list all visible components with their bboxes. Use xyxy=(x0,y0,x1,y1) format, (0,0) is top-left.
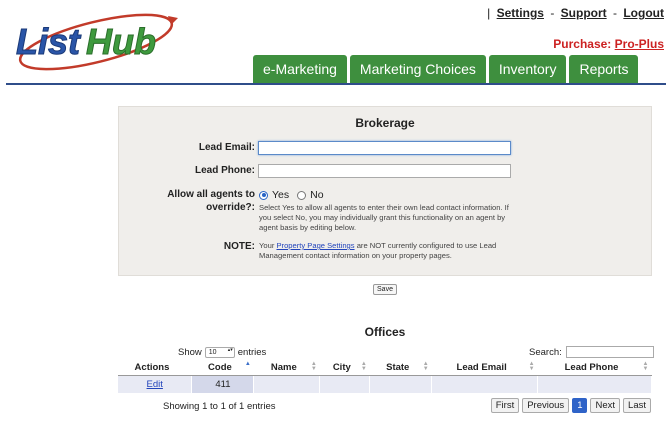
column-header-state[interactable]: State ▲ ▼ xyxy=(369,360,432,376)
entries-select[interactable]: 10 xyxy=(204,347,235,358)
table-info: Showing 1 to 1 of 1 entries xyxy=(163,401,276,412)
entries-label: entries xyxy=(237,347,267,358)
table-cell-lead-phone xyxy=(537,375,652,393)
header-divider xyxy=(6,83,666,85)
tab-e-marketing[interactable]: e-Marketing xyxy=(253,55,347,83)
lead-phone-input[interactable] xyxy=(258,164,511,178)
table-cell-lead-email xyxy=(431,375,539,393)
sort-icon: ▲ ▼ xyxy=(642,361,649,372)
column-label: Actions xyxy=(134,361,170,373)
override-no-label[interactable]: No xyxy=(310,189,323,201)
separator: - xyxy=(613,6,617,20)
override-no-radio[interactable] xyxy=(297,190,307,200)
purchase-plan-link[interactable]: Pro-Plus xyxy=(615,37,664,51)
main-nav-tabs: e-Marketing Marketing Choices Inventory … xyxy=(253,55,639,83)
support-link[interactable]: Support xyxy=(561,6,607,20)
pagination: First Previous 1 Next Last xyxy=(490,398,651,413)
table-row: Edit 411 xyxy=(118,375,652,393)
sort-icon: ▲ ▼ xyxy=(528,361,535,372)
column-header-city[interactable]: City ▲ ▼ xyxy=(319,360,370,376)
table-cell-actions: Edit xyxy=(118,375,193,393)
override-label: Allow all agents to xyxy=(167,189,255,200)
logout-link[interactable]: Logout xyxy=(623,6,664,20)
column-label: State xyxy=(386,361,410,373)
first-page-button[interactable]: First xyxy=(490,398,520,413)
column-label: Lead Email xyxy=(456,361,507,373)
note-prefix: Your xyxy=(259,241,275,250)
override-yes-label[interactable]: Yes xyxy=(272,189,289,201)
search-input[interactable] xyxy=(565,346,654,358)
column-label: Code xyxy=(208,361,232,373)
tab-marketing-choices[interactable]: Marketing Choices xyxy=(349,55,486,83)
column-label: City xyxy=(332,361,351,373)
note-text: Your Property Page Settings are NOT curr… xyxy=(259,241,519,261)
column-header-name[interactable]: Name ▲ ▼ xyxy=(253,360,320,376)
purchase-label: Purchase: xyxy=(553,37,612,51)
offices-table: Actions Code ▲ Name ▲ ▼ City ▲ ▼ State ▲ ▼ Lead… xyxy=(118,360,652,393)
purchase-info: Purchase: Pro-Plus xyxy=(553,37,664,51)
panel-title: Brokerage xyxy=(355,116,415,130)
column-header-actions: Actions xyxy=(118,360,192,376)
tab-reports[interactable]: Reports xyxy=(569,55,639,83)
lead-phone-label: Lead Phone: xyxy=(194,165,255,176)
sort-ascending-icon: ▲ xyxy=(244,361,251,367)
sort-icon: ▲ ▼ xyxy=(360,361,367,372)
table-header-row: Actions Code ▲ Name ▲ ▼ City ▲ ▼ State ▲ ▼ Lead… xyxy=(118,360,652,376)
save-button[interactable]: Save xyxy=(373,284,397,295)
note-label: NOTE: xyxy=(223,241,255,252)
sort-icon: ▲ ▼ xyxy=(310,361,317,372)
separator: | xyxy=(487,6,491,20)
override-yes-radio[interactable] xyxy=(259,190,268,200)
search-label: Search: xyxy=(529,346,562,358)
offices-title: Offices xyxy=(364,325,406,339)
column-header-code[interactable]: Code ▲ xyxy=(191,360,254,376)
last-page-button[interactable]: Last xyxy=(623,398,651,413)
property-page-settings-link[interactable]: Property Page Settings xyxy=(276,241,354,250)
next-page-button[interactable]: Next xyxy=(590,398,621,413)
override-radio-group: Yes No xyxy=(259,189,324,201)
svg-text:List: List xyxy=(16,21,82,62)
column-header-lead-email[interactable]: Lead Email ▲ ▼ xyxy=(431,360,538,376)
table-cell-code: 411 xyxy=(191,375,255,393)
top-links: | Settings - Support - Logout xyxy=(484,6,664,20)
lead-email-label: Lead Email: xyxy=(198,142,255,153)
table-cell-city xyxy=(319,375,371,393)
show-label: Show xyxy=(178,347,202,358)
table-cell-name xyxy=(253,375,321,393)
separator: - xyxy=(550,6,555,20)
listhub-logo[interactable]: List Hub xyxy=(8,8,178,72)
settings-link[interactable]: Settings xyxy=(497,6,544,20)
table-cell-state xyxy=(369,375,433,393)
column-label: Name xyxy=(270,361,297,373)
lead-email-input[interactable] xyxy=(258,141,511,155)
override-label: override?: xyxy=(206,202,255,213)
entries-length-control: Show 10 entries xyxy=(178,347,266,358)
tab-inventory[interactable]: Inventory xyxy=(488,55,567,83)
svg-text:Hub: Hub xyxy=(86,21,156,62)
override-help-text: Select Yes to allow all agents to enter … xyxy=(259,203,509,232)
page-1-button[interactable]: 1 xyxy=(572,398,588,413)
sort-icon: ▲ ▼ xyxy=(422,361,429,372)
column-header-lead-phone[interactable]: Lead Phone ▲ ▼ xyxy=(537,360,652,376)
edit-link[interactable]: Edit xyxy=(147,379,163,390)
table-search: Search: xyxy=(529,346,654,358)
previous-page-button[interactable]: Previous xyxy=(522,398,570,413)
brokerage-panel: Brokerage Lead Email: Lead Phone: Allow … xyxy=(118,106,652,276)
column-label: Lead Phone xyxy=(564,361,619,373)
